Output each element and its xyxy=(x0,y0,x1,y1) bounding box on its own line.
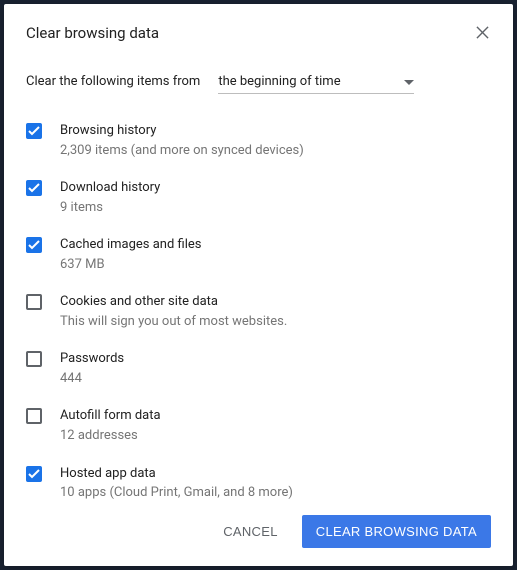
item-text: Hosted app data10 apps (Cloud Print, Gma… xyxy=(60,465,491,502)
checkbox[interactable] xyxy=(26,180,42,196)
item-sub: 10 apps (Cloud Print, Gmail, and 8 more) xyxy=(60,484,491,502)
item-label: Cookies and other site data xyxy=(60,293,491,311)
item-text: Autofill form data 12 addresses xyxy=(60,407,491,444)
timerange-select[interactable]: the beginning of time xyxy=(218,72,414,94)
timerange-row: Clear the following items from the begin… xyxy=(26,72,491,94)
check-icon xyxy=(28,469,40,479)
item-label: Passwords xyxy=(60,350,491,368)
item-sub: 2,309 items (and more on synced devices) xyxy=(60,142,491,160)
chevron-down-icon xyxy=(404,74,414,89)
item-text: Cookies and other site data This will sig… xyxy=(60,293,491,330)
dialog-header: Clear browsing data xyxy=(26,24,491,42)
clear-browsing-data-dialog: Clear browsing data Clear the following … xyxy=(4,4,513,566)
item-row: Hosted app data10 apps (Cloud Print, Gma… xyxy=(26,465,491,502)
timerange-label: Clear the following items from xyxy=(26,74,200,89)
item-sub: 9 items xyxy=(60,199,491,217)
item-row: Cached images and files 637 MB xyxy=(26,236,491,273)
close-button[interactable] xyxy=(474,24,491,41)
cancel-button[interactable]: CANCEL xyxy=(209,515,292,548)
dialog-footer: CANCEL CLEAR BROWSING DATA xyxy=(26,515,491,548)
item-label: Download history xyxy=(60,179,491,197)
item-text: Passwords 444 xyxy=(60,350,491,387)
item-label: Hosted app data xyxy=(60,465,491,483)
dialog-title: Clear browsing data xyxy=(26,24,159,42)
check-icon xyxy=(28,183,40,193)
item-text: Download history 9 items xyxy=(60,179,491,216)
item-row: Download history 9 items xyxy=(26,179,491,216)
item-sub: 12 addresses xyxy=(60,427,491,445)
item-text: Cached images and files 637 MB xyxy=(60,236,491,273)
items-list: Browsing history 2,309 items (and more on… xyxy=(26,122,491,511)
checkbox[interactable] xyxy=(26,351,42,367)
item-sub: This will sign you out of most websites. xyxy=(60,313,491,331)
timerange-value: the beginning of time xyxy=(218,74,340,89)
checkbox[interactable] xyxy=(26,466,42,482)
close-icon xyxy=(476,26,489,39)
check-icon xyxy=(28,240,40,250)
item-row: Passwords 444 xyxy=(26,350,491,387)
checkbox[interactable] xyxy=(26,123,42,139)
checkbox[interactable] xyxy=(26,408,42,424)
checkbox[interactable] xyxy=(26,294,42,310)
item-label: Autofill form data xyxy=(60,407,491,425)
item-label: Browsing history xyxy=(60,122,491,140)
item-label: Cached images and files xyxy=(60,236,491,254)
check-icon xyxy=(28,126,40,136)
item-row: Cookies and other site data This will sig… xyxy=(26,293,491,330)
item-text: Browsing history 2,309 items (and more on… xyxy=(60,122,491,159)
item-sub: 444 xyxy=(60,370,491,388)
item-row: Browsing history 2,309 items (and more on… xyxy=(26,122,491,159)
clear-browsing-data-button[interactable]: CLEAR BROWSING DATA xyxy=(302,515,491,548)
item-row: Autofill form data 12 addresses xyxy=(26,407,491,444)
checkbox[interactable] xyxy=(26,237,42,253)
item-sub: 637 MB xyxy=(60,256,491,274)
